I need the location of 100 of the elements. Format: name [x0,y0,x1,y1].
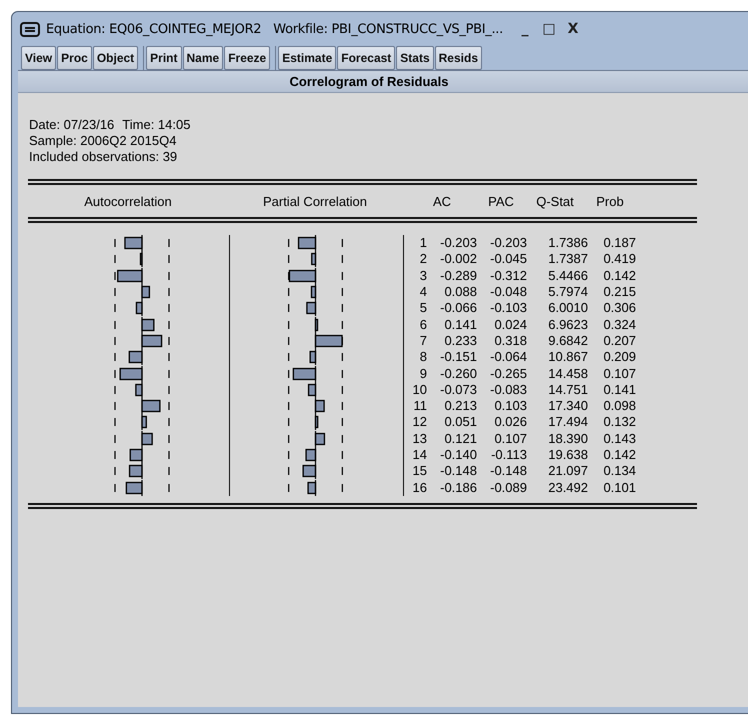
table-cell-text: 17.340 [547,398,588,414]
sample-label: Sample: 2006Q2 2015Q4 [29,133,176,149]
correlation-bar [308,384,316,396]
table-cell-text: 0.051 [443,414,477,430]
table-cell-text: -0.289 [439,268,477,284]
toolbar-button[interactable]: Stats [396,46,434,70]
table-cell-text: 8 [418,349,427,366]
minimize-button[interactable]: _ [512,21,537,37]
table-cell-text: -0.140 [439,447,477,463]
correlation-bar [314,432,326,445]
table-cell-text: 0.107 [602,366,636,382]
correlation-bar [136,302,143,314]
table-cell-text: -0.148 [489,463,527,480]
toolbar-button[interactable]: Forecast [337,46,396,70]
table-cell-text: 7 [418,332,427,349]
table-cell-text: 6.0010 [547,300,588,316]
observations-label: Included observations: 39 [29,149,178,165]
toolbar-button[interactable]: Proc [57,46,92,70]
table-cell-text: 6.9623 [547,316,588,333]
table-cell-text: 0.187 [602,235,636,252]
correlation-bar [302,465,316,478]
table-cell-text: 0.141 [443,316,477,333]
table-cell-text: 0.233 [443,332,477,349]
column-header: AC [432,194,452,208]
table-cell-text: 9 [418,366,427,382]
time-label: Time: 14:05 [122,117,190,133]
correlation-bar [311,253,316,266]
correlation-bar [314,334,343,348]
table-cell-text: 14.751 [547,382,588,398]
toolbar-button[interactable]: Estimate [278,46,336,70]
toolbar-button[interactable]: View [21,46,56,70]
table-cell-text: -0.083 [489,382,527,398]
toolbar-button[interactable]: Resids [434,46,482,70]
correlation-bar [310,286,316,298]
correlation-bar [305,448,316,462]
table-cell-text: 5.7974 [547,284,588,300]
table-cell-text: 10.867 [547,349,588,366]
correlation-bar [128,351,143,364]
correlation-bar [310,351,316,364]
table-cell-text: -0.312 [489,268,527,284]
table-cell-text: 15 [412,463,427,480]
table-cell-text: 2 [418,251,427,268]
table-cell-text: -0.151 [439,349,477,366]
table-cell-text: 18.390 [547,430,588,447]
correlation-bar [141,286,150,298]
correlation-bar [141,432,153,445]
correlation-bar [141,400,161,412]
table-cell-text: 0.318 [493,332,527,349]
table-cell-text: 0.024 [493,316,527,333]
table-cell-text: 0.142 [602,268,636,284]
toolbar-button[interactable]: Name [182,46,224,70]
menu-icon[interactable] [20,22,40,36]
table-cell-text: 1.7387 [547,251,588,268]
table-cell-text: 14 [412,447,427,463]
correlation-bar [140,253,143,266]
table-cell-text: 0.419 [602,251,636,268]
table-cell-text: -0.064 [489,349,527,366]
correlation-bar [306,302,316,314]
table-cell-text: -0.048 [489,284,527,300]
correlation-bar [126,481,143,494]
table-cell-text: 13 [412,430,427,447]
table-cell-text: -0.113 [490,447,527,463]
correlation-bar [120,367,143,380]
toolbar-button[interactable]: Freeze [224,46,270,70]
column-header: Prob [596,194,624,208]
correlation-bar [130,448,143,462]
table-cell-text: 0.121 [443,430,477,447]
correlation-bar [117,270,143,282]
column-header: Partial Correlation [262,194,368,208]
table-cell-text: 6 [418,316,427,333]
table-cell-text: 11 [412,398,427,414]
table-cell-text: 23.492 [547,480,588,496]
table-cell-text: -0.073 [439,382,477,398]
table-cell-text: 0.134 [602,463,636,480]
table-cell-text: 0.306 [602,300,636,316]
table-cell-text: -0.066 [439,300,477,316]
toolbar-button[interactable]: Object [92,46,138,70]
table-cell-text: 9.6842 [547,332,588,349]
column-header: Autocorrelation [84,194,172,208]
table-cell-text: 0.215 [602,284,636,300]
correlation-bar [298,237,316,250]
table-cell-text: 5 [418,300,427,316]
close-button[interactable]: X [560,21,585,37]
table-cell-text: 1 [418,235,427,252]
correlation-bar [141,334,162,348]
correlation-bar [124,236,143,250]
table-cell-text: 5.4466 [547,268,588,284]
table-cell-text: 0.101 [602,480,636,496]
table-cell-text: 1.7386 [547,235,588,252]
correlation-bar [288,270,316,282]
table-cell-text: -0.148 [439,463,477,480]
table-cell-text: 0.207 [602,332,636,349]
table-cell-text: -0.089 [489,480,527,496]
date-label: Date: 07/23/16 [29,117,114,133]
table-cell-text: 0.213 [443,398,477,414]
correlation-bar [292,367,316,380]
maximize-button[interactable]: □ [536,21,561,37]
toolbar-button[interactable]: Print [146,46,182,70]
table-cell-text: 17.494 [547,414,588,430]
correlation-bar [314,318,318,331]
